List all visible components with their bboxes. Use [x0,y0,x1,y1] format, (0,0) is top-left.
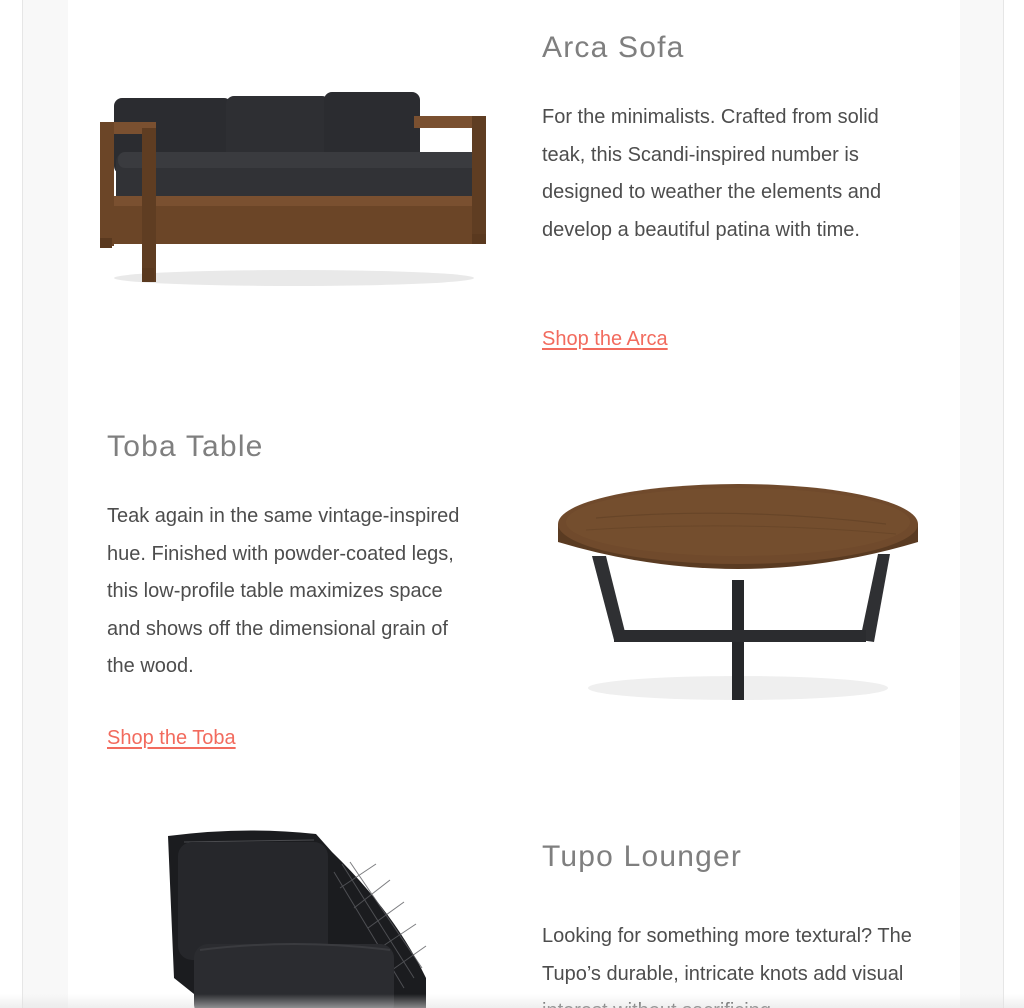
product-title-arca: Arca Sofa [542,31,685,64]
arca-sofa-image[interactable] [98,88,490,292]
tupo-lounger-image[interactable] [164,828,434,1008]
shop-toba-link[interactable]: Shop the Toba [107,727,236,750]
sofa-image [100,92,486,286]
product-description-arca: For the minimalists. Crafted from solid … [542,106,882,241]
toba-table-image[interactable] [556,484,922,708]
product-title-toba: Toba Table [107,430,264,463]
lounge-chair-image [168,830,427,1008]
product-description-toba: Teak again in the same vintage-inspired … [107,505,460,677]
product-title-tupo: Tupo Lounger [542,840,743,873]
shop-arca-link[interactable]: Shop the Arca [542,328,668,351]
coffee-table-image [558,484,918,700]
scroll-edge-shadow [0,994,1024,1008]
email-body: Arca Sofa For the minimalists. Crafted f… [68,0,960,1008]
